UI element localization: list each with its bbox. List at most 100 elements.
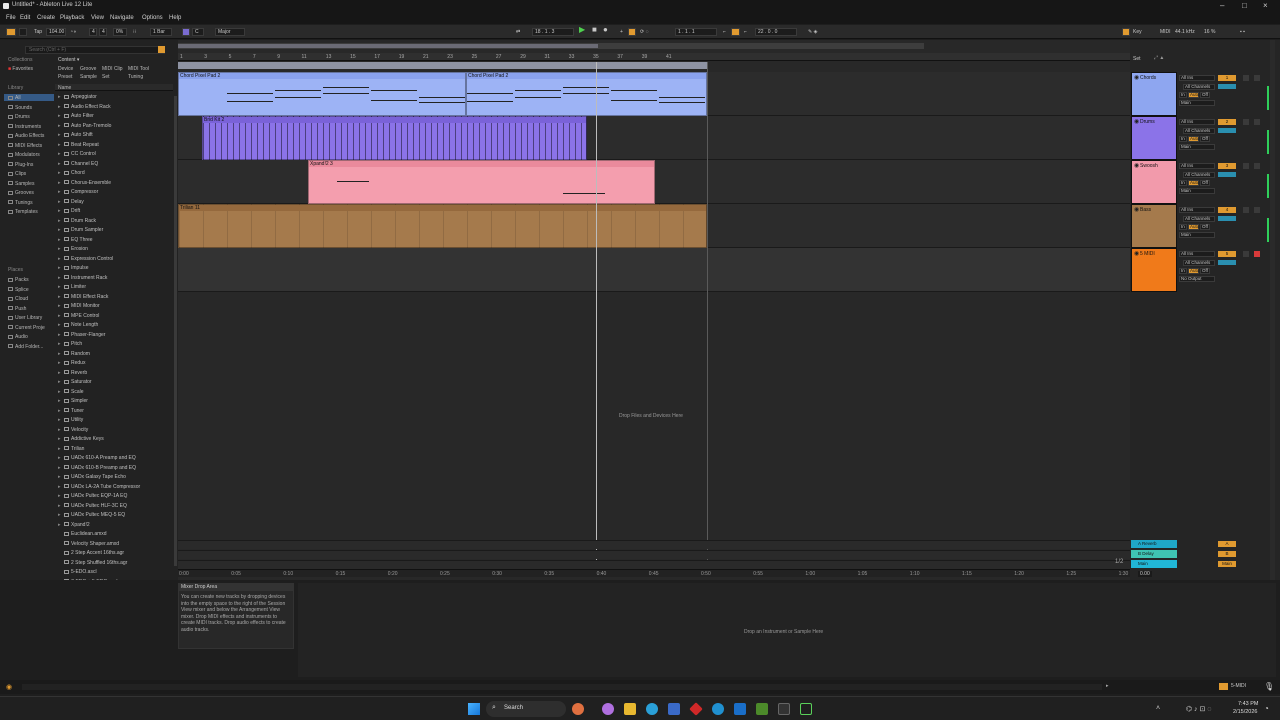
- app-red-icon[interactable]: [689, 702, 703, 716]
- punch-out-icon[interactable]: ⌐: [744, 28, 747, 36]
- browser-item[interactable]: ▸ Random: [58, 351, 90, 357]
- key-map-button[interactable]: Key: [1133, 28, 1142, 36]
- browser-item[interactable]: ▸ Beat Repeat: [58, 142, 99, 148]
- library-item-drums[interactable]: Drums: [8, 114, 30, 120]
- library-item-instruments[interactable]: Instruments: [8, 124, 41, 130]
- minimize-icon[interactable]: –: [1220, 1, 1224, 10]
- return-header-b-delay[interactable]: B Delay: [1131, 550, 1177, 558]
- copilot-icon[interactable]: [572, 703, 584, 715]
- browser-item[interactable]: ▸ Utility: [58, 417, 83, 423]
- place-item-push[interactable]: Push: [8, 306, 26, 312]
- browser-view-toggle-icon[interactable]: [158, 46, 165, 53]
- mixer-scrollbar[interactable]: [1270, 40, 1275, 580]
- overview-visible-region[interactable]: [178, 44, 598, 48]
- library-item-sounds[interactable]: Sounds: [8, 105, 32, 111]
- browser-item[interactable]: ▸ Erosion: [58, 246, 88, 252]
- menu-options[interactable]: Options: [142, 15, 163, 21]
- metronome-icon[interactable]: ◔◑: [70, 28, 76, 36]
- place-item-add-folder-[interactable]: Add Folder...: [8, 344, 43, 350]
- return-activator[interactable]: Main: [1218, 561, 1236, 567]
- browser-item[interactable]: ▸ MPE Control: [58, 313, 99, 319]
- browser-item[interactable]: ▸ UADx 610-A Preamp and EQ: [58, 455, 136, 461]
- expand-icon[interactable]: ⤢ ▲: [1154, 55, 1164, 61]
- monitor-off-button[interactable]: Off: [1200, 92, 1210, 98]
- browser-item[interactable]: ▸ Auto Pan-Tremolo: [58, 123, 111, 129]
- arm-button[interactable]: [1254, 251, 1260, 257]
- tap-tempo-button[interactable]: Tap: [34, 28, 42, 36]
- arrangement-overdub-icon[interactable]: ⇄: [516, 28, 520, 36]
- track-header-5-midi[interactable]: ◉ 5 MIDI: [1131, 248, 1177, 292]
- input-channel-dropdown[interactable]: All Channels: [1183, 84, 1215, 90]
- monitor-in-button[interactable]: In: [1179, 136, 1187, 142]
- clip-chords-1[interactable]: Chord Pixel Pad 2: [178, 72, 466, 116]
- browser-item[interactable]: ▸ Expression Control: [58, 256, 113, 262]
- monitor-auto-button[interactable]: Auto: [1188, 224, 1199, 230]
- browser-item[interactable]: ▸ Xpand!2: [58, 522, 90, 528]
- library-item-all[interactable]: All: [8, 95, 21, 101]
- track-name[interactable]: Chords: [1140, 75, 1156, 81]
- info-toggle-icon[interactable]: ◉: [6, 683, 12, 691]
- library-item-modulators[interactable]: Modulators: [8, 152, 40, 158]
- return-activator[interactable]: A: [1218, 541, 1236, 547]
- ableton-push-icon[interactable]: [778, 703, 790, 715]
- menu-playback[interactable]: Playback: [60, 15, 84, 21]
- track-name[interactable]: Drums: [1140, 119, 1155, 125]
- menu-file[interactable]: File: [6, 15, 16, 21]
- filter-preset[interactable]: Preset: [58, 74, 72, 80]
- monitor-off-button[interactable]: Off: [1200, 268, 1210, 274]
- track-name[interactable]: Swoosh: [1140, 163, 1158, 169]
- monitor-in-button[interactable]: In: [1179, 224, 1187, 230]
- browser-item[interactable]: ▸ Pitch: [58, 341, 82, 347]
- clip-swoosh[interactable]: Xpand!2 3: [308, 160, 655, 204]
- loop-brace[interactable]: [178, 62, 707, 69]
- browser-item[interactable]: Euclidean.amxd: [58, 531, 107, 537]
- solo-button[interactable]: [1243, 119, 1249, 125]
- automation-arm-icon[interactable]: [628, 28, 636, 36]
- sync-icon[interactable]: [19, 28, 27, 36]
- draw-mode-icon[interactable]: ✎ ◈: [808, 28, 817, 36]
- browser-item[interactable]: ▸ Chorus-Ensemble: [58, 180, 111, 186]
- loop-switch-icon[interactable]: [731, 28, 740, 36]
- browser-item[interactable]: ▸ Tuner: [58, 408, 84, 414]
- scale-mode-dropdown[interactable]: Major: [215, 28, 245, 36]
- monitor-auto-button[interactable]: Auto: [1188, 136, 1199, 142]
- filter-midi-clip[interactable]: MIDI Clip: [102, 66, 123, 72]
- clock-date[interactable]: 2/15/2026: [1233, 709, 1257, 715]
- browser-item[interactable]: ▸ Saturator: [58, 379, 92, 385]
- computer-keyboard-icon[interactable]: [1122, 28, 1130, 36]
- output-dropdown[interactable]: Main: [1179, 100, 1215, 106]
- track-activator-button[interactable]: 3: [1218, 163, 1236, 169]
- browser-item[interactable]: ▸ Auto Filter: [58, 113, 94, 119]
- input-type-dropdown[interactable]: All Ins: [1179, 119, 1215, 125]
- filter-sample[interactable]: Sample: [80, 74, 97, 80]
- browser-item[interactable]: ▸ Reverb: [58, 370, 87, 376]
- input-channel-dropdown[interactable]: All Channels: [1183, 216, 1215, 222]
- song-position[interactable]: 18 . 1 . 3: [532, 28, 574, 36]
- re-enable-automation-icon[interactable]: ⟳ ◌: [640, 28, 649, 36]
- link-icon[interactable]: [6, 28, 16, 36]
- clip-drums[interactable]: Brid Kit 2: [202, 116, 587, 160]
- content-dropdown[interactable]: Content ▾: [58, 57, 79, 63]
- store-icon[interactable]: [668, 703, 680, 715]
- menu-view[interactable]: View: [91, 15, 104, 21]
- track-activator-button[interactable]: 5: [1218, 251, 1236, 257]
- windows-start-icon[interactable]: [468, 703, 480, 715]
- input-channel-dropdown[interactable]: All Channels: [1183, 172, 1215, 178]
- browser-item[interactable]: ▸ Arpeggiator: [58, 94, 97, 100]
- stop-button[interactable]: ■: [592, 26, 597, 34]
- main-volume[interactable]: 0.00: [1138, 571, 1152, 577]
- return-lane-b[interactable]: [178, 550, 1130, 559]
- solo-button[interactable]: [1243, 163, 1249, 169]
- browser-item[interactable]: ▸ Phaser-Flanger: [58, 332, 105, 338]
- browser-item[interactable]: ▸ CC Control: [58, 151, 96, 157]
- browser-item[interactable]: ▸ MIDI Effect Rack: [58, 294, 108, 300]
- file-explorer-icon[interactable]: [624, 703, 636, 715]
- mail-icon[interactable]: [734, 703, 746, 715]
- browser-item[interactable]: ▸ Drift: [58, 208, 80, 214]
- browser-item[interactable]: ▸ UADx 610-B Preamp and EQ: [58, 465, 136, 471]
- browser-item[interactable]: ▸ Redux: [58, 360, 85, 366]
- taskbar-search[interactable]: ⌕ Search: [486, 701, 566, 717]
- menu-edit[interactable]: Edit: [20, 15, 30, 21]
- browser-search-input[interactable]: Search (Ctrl + F): [25, 46, 165, 54]
- library-item-midi-effects[interactable]: MIDI Effects: [8, 143, 42, 149]
